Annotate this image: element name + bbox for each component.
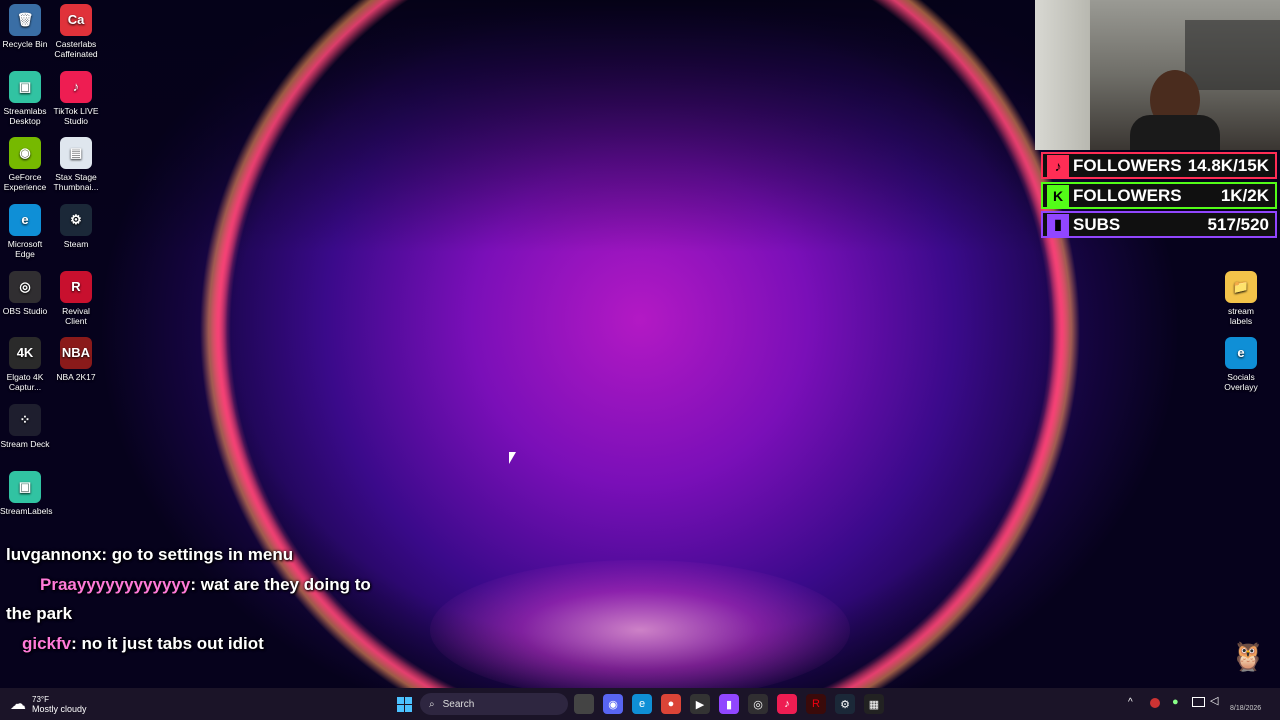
desktop-icon[interactable]: ▣ Streamlabs Desktop [0,71,50,126]
chrome-taskbar-icon[interactable]: ● [661,694,681,714]
desktop-icon-label: TikTok LIVE Studio [53,106,99,126]
app-icon: NBA [60,337,92,369]
chat-line: the park [6,604,73,623]
obs-taskbar-icon[interactable]: ◎ [748,694,768,714]
app-icon: e [9,204,41,236]
desktop-icon-label: GeForce Experience [3,172,47,192]
stat-label: SUBS [1073,214,1121,234]
desktop-icon-label: Stream Deck [0,439,50,449]
desktop-icon[interactable]: ◎ OBS Studio [0,271,50,316]
desktop-icon-label: Streamlabs Desktop [3,106,47,126]
desktop-icon[interactable]: 📁 stream labels [1216,271,1266,326]
tiktok-taskbar-icon[interactable]: ♪ [777,694,797,714]
cloud-icon: ☁ [10,696,26,713]
desktop-icon[interactable]: ◉ GeForce Experience [0,137,50,192]
app-icon: ♪ [60,71,92,103]
search-icon: ⌕ [429,698,435,710]
app-icon: e [1225,337,1257,369]
desktop-icon-label: Revival Client [62,306,90,326]
desktop-icon[interactable]: ▤ Stax Stage Thumbnai... [51,137,101,192]
app-icon: R [60,271,92,303]
desktop-icon-label: Socials Overlayy [1224,372,1258,392]
app-icon: 🗑 [9,4,41,36]
desktop-icon-label: Microsoft Edge [7,239,43,259]
nba-taskbar-icon[interactable]: ▦ [864,694,884,714]
desktop-icon[interactable]: ⚙ Steam [51,204,101,249]
media-taskbar-icon[interactable]: ▶ [690,694,710,714]
app-icon: ◎ [9,271,41,303]
chat-line: luvgannonx: go to settings in menu [6,545,294,564]
desktop-icon-label: Casterlabs Caffeinated [54,39,98,59]
stat-value: 14.8K/15K [1187,155,1269,175]
app-icon: ▣ [9,471,41,503]
webcam-overlay [1035,0,1280,150]
desktop-icon[interactable]: R Revival Client [51,271,101,326]
stream-stat-bar: ▮ SUBS 517/520 [1041,211,1277,238]
app-icon: ⁘ [9,404,41,436]
app-icon: ▤ [60,137,92,169]
discord-taskbar-icon[interactable]: ◉ [603,694,623,714]
platform-icon: K [1047,184,1069,207]
steam-taskbar-icon[interactable]: ⚙ [835,694,855,714]
revival-taskbar-icon[interactable]: R [806,694,826,714]
weather-temp: 73°F [32,694,49,704]
desktop-icon-label: stream labels [1228,306,1254,326]
tray-overflow-icon[interactable]: ^ [1128,697,1133,708]
desktop-icon[interactable]: e Microsoft Edge [0,204,50,259]
desktop-icon-label: Steam [63,239,89,249]
app-icon: ▣ [9,71,41,103]
desktop-icon[interactable]: ▣ StreamLabels [0,471,53,516]
desktop-icon[interactable]: 🗑 Recycle Bin [0,4,50,49]
wallpaper-glow [430,560,850,700]
search-placeholder: Search [442,698,475,710]
start-button[interactable] [394,694,414,714]
stat-label: FOLLOWERS [1073,185,1182,205]
chat-line: Praayyyyyyyyyyyy: wat are they doing to [40,575,371,594]
stream-stat-bar: ♪ FOLLOWERS 14.8K/15K [1041,152,1277,179]
microphone-icon[interactable]: ● [1172,696,1179,708]
desktop-icon-label: Recycle Bin [2,39,48,49]
volume-icon[interactable]: ◁ [1210,694,1218,707]
app-icon: 📁 [1225,271,1257,303]
desktop-icon[interactable]: 4K Elgato 4K Captur... [0,337,50,392]
app-icon: Ca [60,4,92,36]
desktop-icon-label: Elgato 4K Captur... [6,372,44,392]
clock[interactable]: 8/18/2026 [1230,705,1261,712]
task-view-button[interactable] [574,694,594,714]
platform-icon: ▮ [1047,213,1069,236]
chat-line: gickfv: no it just tabs out idiot [22,634,264,653]
tray-app-icon[interactable] [1150,698,1160,708]
stat-label: FOLLOWERS [1073,155,1182,175]
desktop-icon[interactable]: Ca Casterlabs Caffeinated [51,4,101,59]
weather-desc: Mostly cloudy [32,703,87,714]
edge-taskbar-icon[interactable]: e [632,694,652,714]
stat-value: 1K/2K [1220,185,1269,205]
desktop-icon[interactable]: ♪ TikTok LIVE Studio [51,71,101,126]
owl-logo-icon: 🦉 [1230,641,1266,672]
app-icon: ◉ [9,137,41,169]
app-icon: 4K [9,337,41,369]
desktop-icon-label: Stax Stage Thumbnai... [53,172,99,192]
search-box[interactable]: ⌕ Search [420,693,568,715]
display-icon[interactable] [1192,697,1205,707]
mouse-cursor-icon [509,452,516,464]
stream-stat-bar: K FOLLOWERS 1K/2K [1041,182,1277,209]
desktop-icon-label: OBS Studio [2,306,48,316]
desktop-icon[interactable]: ⁘ Stream Deck [0,404,50,449]
weather-widget[interactable]: ☁ 73°F Mostly cloudy [10,694,87,714]
desktop-icon-label: NBA 2K17 [56,372,96,382]
platform-icon: ♪ [1047,154,1069,177]
windows-icon [396,696,412,712]
desktop-icon[interactable]: e Socials Overlayy [1216,337,1266,392]
app-icon: ⚙ [60,204,92,236]
stat-value: 517/520 [1207,214,1269,234]
desktop-icon-label: StreamLabels [0,506,53,516]
desktop-icon[interactable]: NBA NBA 2K17 [51,337,101,382]
twitch-taskbar-icon[interactable]: ▮ [719,694,739,714]
